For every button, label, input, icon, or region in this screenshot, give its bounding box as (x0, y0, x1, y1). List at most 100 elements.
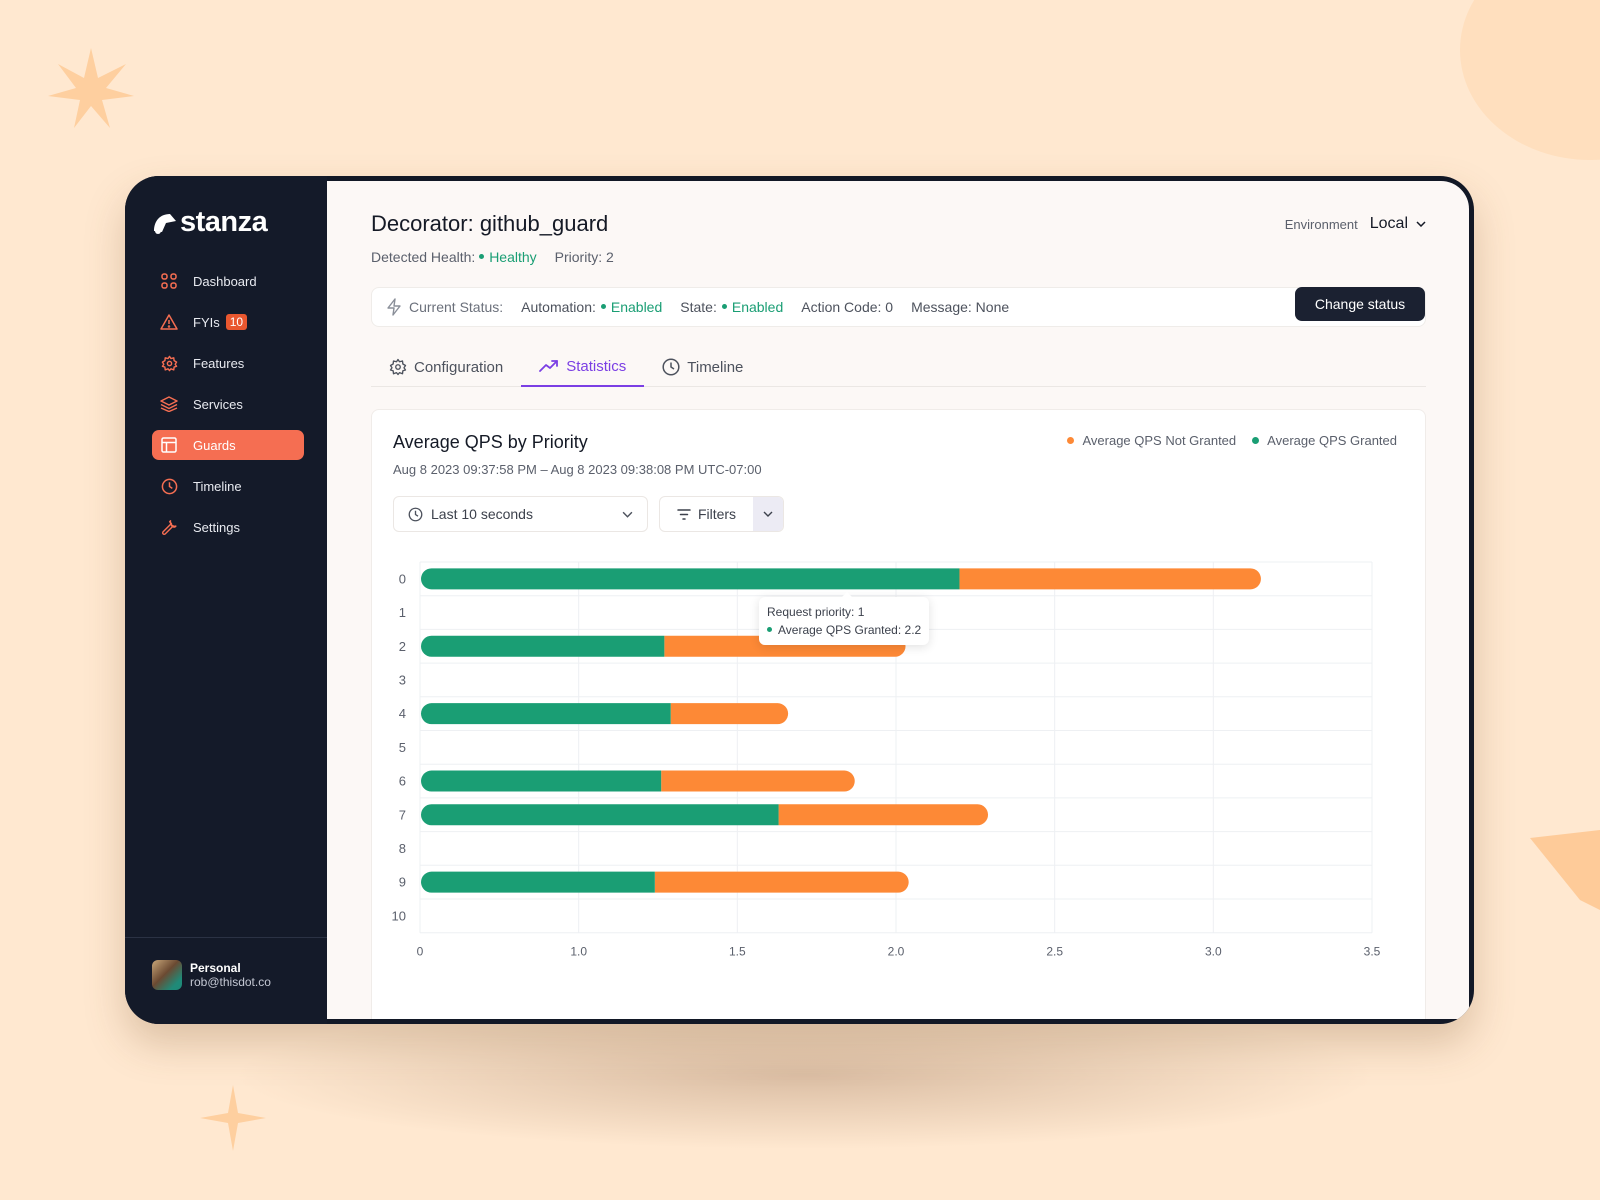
sidebar-item-label: Services (193, 396, 243, 412)
filters-dropdown-button[interactable] (753, 497, 783, 531)
detected-health: Detected Health: Healthy (371, 249, 537, 265)
y-tick-label: 10 (392, 908, 406, 923)
legend-dot-icon (1252, 437, 1260, 444)
clock-icon (160, 477, 178, 495)
user-email: rob@thisdot.co (190, 975, 271, 989)
bar-segment-granted (421, 770, 662, 792)
sidebar-item-services[interactable]: Services (152, 389, 304, 419)
bar-segment-not-granted (778, 804, 989, 826)
clock-icon (662, 358, 680, 376)
tab-label: Statistics (566, 357, 627, 375)
y-tick-label: 5 (399, 740, 406, 755)
tab-configuration[interactable]: Configuration (371, 347, 521, 387)
fyi-count-badge: 10 (225, 314, 248, 330)
status-dot-icon (479, 254, 485, 260)
chevron-down-icon (1416, 221, 1426, 227)
status-message: Message: None (911, 299, 1010, 315)
action-code: Action Code: 0 (801, 299, 894, 315)
chart-legend: Average QPS Not Granted Average QPS Gran… (1067, 433, 1397, 448)
filters-split-button: Filters (659, 496, 784, 532)
filters-button[interactable]: Filters (660, 497, 753, 531)
sidebar-item-dashboard[interactable]: Dashboard (152, 266, 304, 296)
tab-bar: Configuration Statistics Timeline (371, 347, 1426, 387)
filters-label: Filters (697, 506, 737, 522)
tooltip-title: Request priority: 1 (767, 605, 865, 619)
sidebar-item-features[interactable]: Features (152, 348, 304, 378)
sidebar-nav: Dashboard FYIs 10 Features Services Guar… (152, 266, 304, 553)
chart-title: Average QPS by Priority (393, 432, 588, 452)
current-status-label: Current Status: (409, 299, 504, 315)
triangle-decoration (1530, 830, 1600, 910)
time-range-value: Last 10 seconds (431, 506, 533, 522)
warning-icon (160, 313, 178, 331)
sidebar-item-label: Features (193, 355, 245, 371)
tab-statistics[interactable]: Statistics (521, 347, 645, 387)
filter-icon (677, 508, 691, 520)
tooltip-value: Average QPS Granted: 2.2 (778, 623, 922, 637)
bar-segment-not-granted (661, 770, 855, 792)
legend-item-granted[interactable]: Average QPS Granted (1252, 433, 1397, 448)
brand-name: stanza (180, 206, 268, 238)
x-tick-label: 1.5 (729, 945, 746, 959)
app-window: stanza Dashboard FYIs 10 Features Servic… (125, 176, 1474, 1024)
grid-icon (160, 272, 178, 290)
chevron-down-icon (763, 511, 773, 517)
qps-bar-chart: 0 1.0 1.5 2.0 2.5 3.0 3.5 0 1 2 3 4 5 6 7 8 9 10 Request … (384, 550, 1394, 970)
sidebar-item-timeline[interactable]: Timeline (152, 471, 304, 501)
environment-label: Environment (1284, 216, 1358, 232)
status-dot-icon (600, 304, 606, 310)
y-tick-label: 0 (399, 571, 406, 586)
tab-label: Configuration (414, 358, 504, 376)
x-tick-label: 2.5 (1046, 945, 1063, 959)
automation-label: Automation: (521, 299, 596, 315)
change-status-button[interactable]: Change status (1295, 287, 1425, 321)
priority: Priority: 2 (554, 249, 614, 265)
bar-segment-granted (421, 703, 671, 725)
legend-label: Average QPS Not Granted (1082, 433, 1237, 448)
health-value: Healthy (489, 249, 537, 265)
bar-segment-not-granted (654, 871, 909, 893)
tab-label: Timeline (687, 358, 744, 376)
sidebar: stanza Dashboard FYIs 10 Features Servic… (125, 176, 327, 1024)
logo: stanza (152, 206, 268, 239)
x-tick-label: 3.0 (1205, 945, 1222, 959)
gear-icon (389, 358, 407, 376)
sidebar-item-guards[interactable]: Guards (152, 430, 304, 460)
qps-chart-card: Average QPS by Priority Aug 8 2023 09:37… (371, 409, 1426, 1019)
avatar (152, 960, 182, 990)
clock-icon (408, 507, 423, 521)
y-tick-label: 6 (399, 774, 406, 789)
sidebar-divider (125, 937, 327, 938)
star-decoration (48, 48, 134, 128)
automation-value: Enabled (610, 299, 663, 315)
sidebar-item-settings[interactable]: Settings (152, 512, 304, 542)
blob-decoration (1460, 0, 1600, 160)
health-label: Detected Health: (371, 249, 476, 265)
environment-dropdown[interactable]: Local (1370, 215, 1426, 233)
x-tick-label: 2.0 (888, 945, 905, 959)
x-tick-label: 3.5 (1364, 945, 1381, 959)
gear-icon (160, 354, 178, 372)
sidebar-item-label: Guards (193, 437, 236, 453)
tab-timeline[interactable]: Timeline (644, 347, 761, 387)
guard-meta: Detected Health: Healthy Priority: 2 (371, 249, 614, 265)
bar-segment-not-granted (670, 703, 789, 725)
user-profile[interactable]: Personal rob@thisdot.co (152, 960, 271, 990)
sidebar-item-label: Dashboard (193, 273, 257, 289)
x-tick-label: 1.0 (570, 945, 587, 959)
sidebar-item-fyis[interactable]: FYIs 10 (152, 307, 304, 337)
legend-item-not-granted[interactable]: Average QPS Not Granted (1067, 433, 1236, 448)
current-status-bar: Current Status: Automation: Enabled Stat… (371, 287, 1426, 327)
x-tick-label: 0 (417, 945, 424, 959)
state-label: State: (680, 299, 717, 315)
lightning-icon (387, 298, 401, 316)
y-tick-label: 7 (399, 807, 406, 822)
chart-tooltip: Request priority: 1 Average QPS Granted:… (759, 592, 930, 645)
legend-label: Average QPS Granted (1267, 433, 1397, 448)
tooltip-dot-icon (767, 626, 772, 632)
bar-segment-granted (421, 804, 779, 826)
y-tick-label: 9 (399, 875, 406, 890)
sidebar-item-label: Settings (193, 519, 240, 535)
trending-up-icon (539, 360, 559, 372)
time-range-select[interactable]: Last 10 seconds (393, 496, 648, 532)
